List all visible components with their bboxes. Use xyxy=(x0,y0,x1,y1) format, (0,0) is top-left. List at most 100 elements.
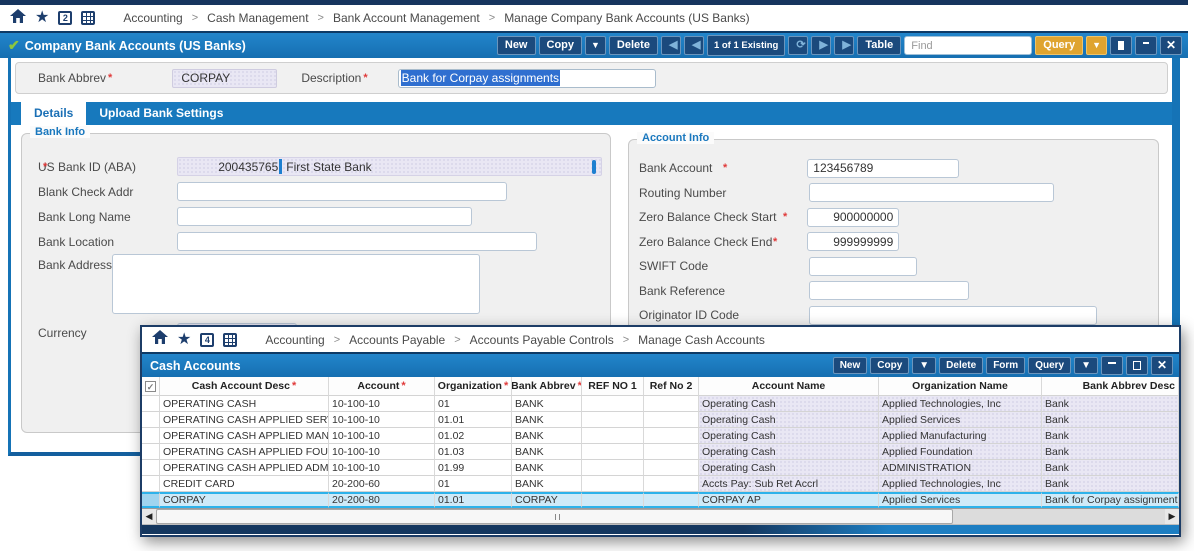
table-cell[interactable]: Bank for Corpay assignments xyxy=(1042,492,1179,508)
table-cell[interactable]: 01.01 xyxy=(435,492,512,508)
column-header[interactable]: Organization Name xyxy=(879,377,1042,396)
column-header[interactable]: Cash Account Desc* xyxy=(160,377,329,396)
table-cell[interactable]: 01 xyxy=(435,396,512,412)
row-selector[interactable] xyxy=(142,444,160,460)
table-cell[interactable]: 10-100-10 xyxy=(329,444,435,460)
maximize-button[interactable] xyxy=(1110,36,1132,55)
scroll-left-icon[interactable]: ◀ xyxy=(142,511,156,522)
query-dropdown-caret[interactable]: ▼ xyxy=(1074,357,1098,374)
delete-button[interactable]: Delete xyxy=(939,357,983,374)
table-cell[interactable]: Bank xyxy=(1042,396,1179,412)
find-input[interactable] xyxy=(904,36,1032,55)
breadcrumb-item[interactable]: Cash Management xyxy=(207,11,308,25)
column-header[interactable]: Organization* xyxy=(435,377,512,396)
scroll-right-icon[interactable]: ▶ xyxy=(1165,511,1179,522)
scrollbar-track[interactable] xyxy=(156,509,1165,524)
table-cell[interactable]: 20-200-80 xyxy=(329,492,435,508)
table-cell[interactable]: Operating Cash xyxy=(699,428,879,444)
table-cell[interactable] xyxy=(644,492,699,508)
table-cell[interactable]: 01 xyxy=(435,476,512,492)
table-cell[interactable]: Operating Cash xyxy=(699,444,879,460)
open-windows-count-badge[interactable]: 4 xyxy=(200,333,214,347)
zero-balance-check-start-input[interactable] xyxy=(807,208,899,227)
originator-id-input[interactable] xyxy=(809,306,1097,325)
table-cell[interactable] xyxy=(644,428,699,444)
horizontal-scrollbar[interactable]: ◀ ▶ xyxy=(142,508,1179,525)
first-record-icon[interactable]: ◀ xyxy=(661,36,681,55)
row-selector[interactable] xyxy=(142,460,160,476)
table-cell[interactable]: 20-200-60 xyxy=(329,476,435,492)
breadcrumb-item[interactable]: Accounting xyxy=(265,333,324,347)
table-cell[interactable]: Operating Cash xyxy=(699,412,879,428)
next-record-icon[interactable]: ▶ xyxy=(811,36,831,55)
row-selector[interactable] xyxy=(142,476,160,492)
favorites-star-icon[interactable]: ★ xyxy=(177,333,191,347)
us-bank-id-field[interactable]: 200435765 First State Bank xyxy=(177,157,602,176)
query-button[interactable]: Query xyxy=(1028,357,1071,374)
table-cell[interactable]: Bank xyxy=(1042,476,1179,492)
close-button[interactable]: ✕ xyxy=(1151,356,1173,375)
table-cell[interactable] xyxy=(582,476,644,492)
apps-grid-icon[interactable] xyxy=(223,333,237,347)
table-cell[interactable]: Operating Cash xyxy=(699,396,879,412)
blank-check-addr-input[interactable] xyxy=(177,182,507,201)
table-cell[interactable]: 01.02 xyxy=(435,428,512,444)
table-cell[interactable]: 10-100-10 xyxy=(329,412,435,428)
maximize-button[interactable] xyxy=(1126,356,1148,375)
copy-button[interactable]: Copy xyxy=(870,357,909,374)
table-cell[interactable]: Applied Services xyxy=(879,412,1042,428)
table-cell[interactable]: Bank xyxy=(1042,444,1179,460)
tab-details[interactable]: Details xyxy=(21,102,86,125)
table-cell[interactable] xyxy=(582,492,644,508)
table-cell[interactable]: OPERATING CASH APPLIED SERVICE xyxy=(160,412,329,428)
table-cell[interactable]: Bank xyxy=(1042,460,1179,476)
column-header[interactable]: Bank Abbrev Desc xyxy=(1042,377,1179,396)
table-cell[interactable]: 01.01 xyxy=(435,412,512,428)
apps-grid-icon[interactable] xyxy=(81,11,95,25)
table-cell[interactable] xyxy=(582,412,644,428)
table-cell[interactable]: 10-100-10 xyxy=(329,396,435,412)
breadcrumb-item[interactable]: Manage Company Bank Accounts (US Banks) xyxy=(504,11,749,25)
table-row[interactable]: OPERATING CASH APPLIED MANUFAC10-100-100… xyxy=(142,428,1179,444)
table-cell[interactable] xyxy=(644,460,699,476)
breadcrumb-item[interactable]: Accounts Payable xyxy=(349,333,445,347)
table-row[interactable]: OPERATING CASH APPLIED FOUNCAT10-100-100… xyxy=(142,444,1179,460)
table-cell[interactable]: Operating Cash xyxy=(699,460,879,476)
table-cell[interactable]: BANK xyxy=(512,476,582,492)
table-cell[interactable]: ADMINISTRATION xyxy=(879,460,1042,476)
table-cell[interactable]: BANK xyxy=(512,444,582,460)
table-cell[interactable] xyxy=(644,396,699,412)
breadcrumb-item[interactable]: Manage Cash Accounts xyxy=(638,333,765,347)
tab-upload-bank-settings[interactable]: Upload Bank Settings xyxy=(86,102,236,125)
table-cell[interactable]: CORPAY xyxy=(512,492,582,508)
minimize-button[interactable] xyxy=(1135,36,1157,55)
table-cell[interactable] xyxy=(644,444,699,460)
table-view-button[interactable]: Table xyxy=(857,36,901,55)
bank-address-textarea[interactable] xyxy=(112,254,480,314)
table-cell[interactable]: OPERATING CASH APPLIED FOUNCAT xyxy=(160,444,329,460)
table-cell[interactable] xyxy=(582,396,644,412)
zero-balance-check-end-input[interactable] xyxy=(807,232,899,251)
query-button[interactable]: Query xyxy=(1035,36,1083,55)
row-selector[interactable] xyxy=(142,412,160,428)
table-cell[interactable]: OPERATING CASH APPLIED ADMIN xyxy=(160,460,329,476)
open-windows-count-badge[interactable]: 2 xyxy=(58,11,72,25)
column-header[interactable]: Bank Abbrev* xyxy=(512,377,582,396)
table-cell[interactable]: Applied Services xyxy=(879,492,1042,508)
select-all-checkbox[interactable]: ✓ xyxy=(142,377,160,396)
breadcrumb-item[interactable]: Bank Account Management xyxy=(333,11,480,25)
table-cell[interactable]: Bank xyxy=(1042,412,1179,428)
column-header[interactable]: Ref No 2 xyxy=(644,377,699,396)
table-cell[interactable] xyxy=(582,460,644,476)
delete-button[interactable]: Delete xyxy=(609,36,658,55)
column-header[interactable]: Account Name xyxy=(699,377,879,396)
table-cell[interactable]: Bank xyxy=(1042,428,1179,444)
table-cell[interactable] xyxy=(582,428,644,444)
table-cell[interactable]: BANK xyxy=(512,396,582,412)
breadcrumb-item[interactable]: Accounts Payable Controls xyxy=(470,333,614,347)
refresh-icon[interactable]: ⟳ xyxy=(788,36,808,55)
copy-dropdown-caret[interactable]: ▼ xyxy=(912,357,936,374)
last-record-icon[interactable]: ▶ xyxy=(834,36,854,55)
table-cell[interactable]: Accts Pay: Sub Ret Accrl xyxy=(699,476,879,492)
table-cell[interactable]: 10-100-10 xyxy=(329,428,435,444)
